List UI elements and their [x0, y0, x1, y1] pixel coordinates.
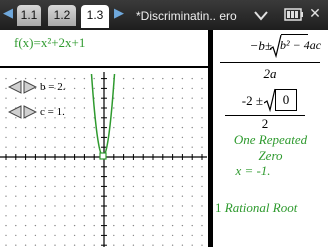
vertex-point[interactable]: [99, 152, 107, 160]
formula-numerator-prefix: −b±: [249, 38, 272, 53]
document-title: *Discriminatin.. ero: [136, 9, 237, 23]
tab-1-3[interactable]: 1.3: [81, 5, 109, 28]
tab-label: 1.1: [20, 8, 38, 22]
graph-area[interactable]: [0, 72, 207, 247]
entry-line-divider: [0, 66, 208, 68]
title-bar: ◀ 1.1 1.2 1.3 ▶ *Discriminatin.. ero ✕: [0, 0, 328, 30]
slider-c-label: c = 1.: [40, 106, 65, 118]
tab-label: 1.2: [53, 8, 71, 22]
battery-icon: [284, 8, 303, 21]
close-icon[interactable]: ✕: [307, 6, 323, 22]
tab-1-2[interactable]: 1.2: [48, 5, 76, 26]
slider-b-label: b = 2.: [40, 81, 66, 93]
parabola-curve[interactable]: [90, 73, 116, 157]
result-line-2: Zero: [258, 148, 283, 163]
function-label[interactable]: f(x)=x²+2x+1: [14, 35, 85, 51]
chevron-right-icon[interactable]: ▶: [114, 6, 124, 22]
formula-denominator: 2a: [263, 66, 277, 81]
result-line-1: One Repeated: [233, 132, 308, 147]
root-summary: 1 Rational Root: [215, 200, 327, 216]
root-count: 1: [215, 200, 222, 215]
chevron-down-icon[interactable]: [254, 7, 268, 23]
slider-decrease-icon[interactable]: [8, 80, 22, 94]
slider-increase-icon[interactable]: [23, 105, 37, 119]
chevron-left-icon[interactable]: ◀: [3, 6, 13, 22]
tab-1-1[interactable]: 1.1: [17, 5, 41, 26]
computed-radicand: 0: [282, 92, 290, 107]
formula-radicand: b² − 4ac: [280, 38, 322, 52]
formula-fraction-bar: [220, 62, 320, 63]
result-line-3: x = -1.: [235, 163, 271, 178]
root-text: Rational Root: [224, 200, 298, 215]
sqrt-overline: [281, 34, 308, 35]
slider-increase-icon[interactable]: [23, 80, 37, 94]
computed-numerator-prefix: -2 ±: [241, 93, 263, 108]
slider-decrease-icon[interactable]: [8, 105, 22, 119]
computed-denominator: 2: [261, 116, 269, 131]
tab-label: 1.3: [86, 8, 104, 22]
